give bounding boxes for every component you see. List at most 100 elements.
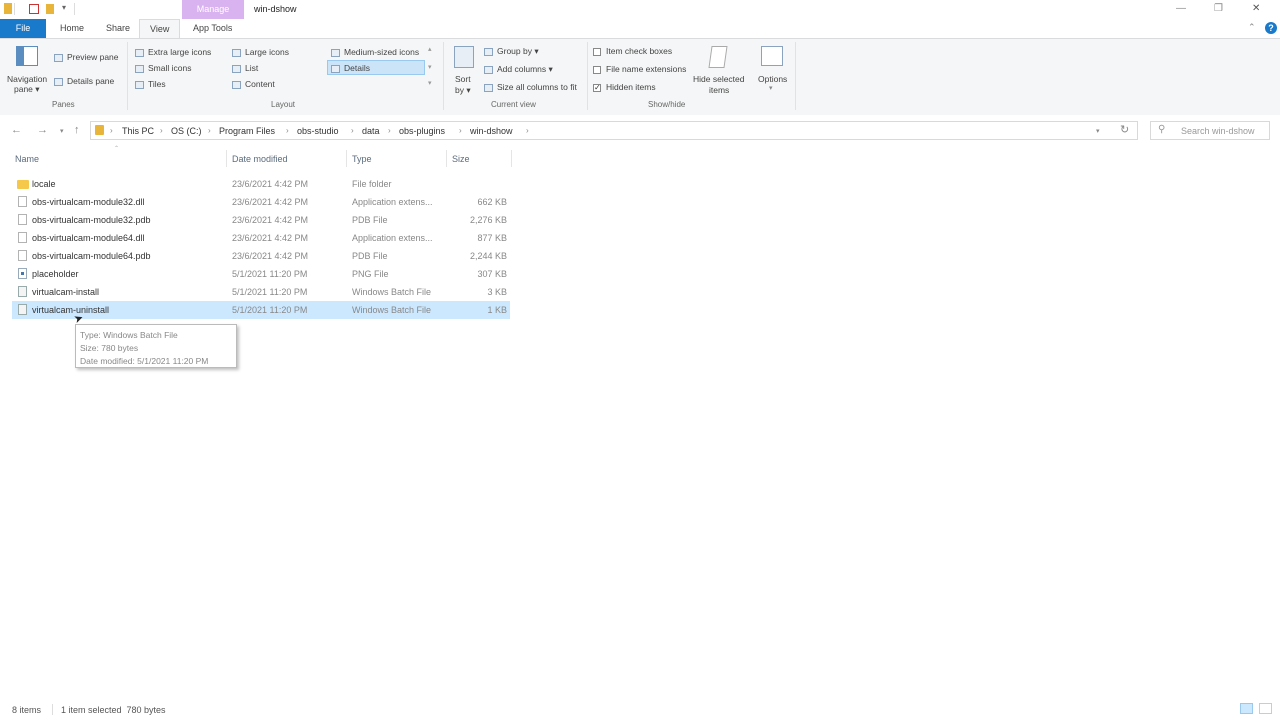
details-option[interactable]: Details [331, 63, 370, 73]
navigation-pane-button[interactable]: Navigation pane ▾ [6, 44, 50, 94]
divider [14, 3, 15, 15]
breadcrumb-obs-plugins[interactable]: obs-plugins [399, 126, 445, 136]
tab-app-tools[interactable]: App Tools [183, 19, 242, 38]
file-name-extensions-checkbox[interactable] [593, 65, 601, 74]
navigation-pane-icon [16, 46, 38, 66]
item-check-boxes-option[interactable]: Item check boxes [593, 46, 672, 56]
tab-home[interactable]: Home [50, 19, 94, 38]
preview-pane-label: Preview pane [67, 52, 119, 62]
options-icon [761, 46, 783, 66]
collapse-ribbon-icon[interactable]: ⌃ [1248, 22, 1256, 33]
breadcrumb-data[interactable]: data [362, 126, 380, 136]
breadcrumb-program-files[interactable]: Program Files [219, 126, 275, 136]
file-row-placeholder[interactable]: placeholder 5/1/2021 11:20 PM PNG File 3… [12, 265, 510, 283]
breadcrumb-win-dshow[interactable]: win-dshow [470, 126, 513, 136]
breadcrumb-obs-studio[interactable]: obs-studio [297, 126, 339, 136]
details-view-icon[interactable] [1240, 703, 1253, 714]
manage-contextual-tab[interactable]: Manage [182, 0, 244, 19]
up-arrow-icon[interactable]: ↑ [74, 124, 80, 136]
large-icons-view-icon[interactable] [1259, 703, 1272, 714]
file-date: 5/1/2021 11:20 PM [232, 305, 308, 315]
size-columns-icon [484, 83, 493, 92]
list-option[interactable]: List [232, 63, 258, 73]
file-row-module64-dll[interactable]: obs-virtualcam-module64.dll 23/6/2021 4:… [12, 229, 510, 247]
maximize-button[interactable]: ❐ [1214, 3, 1223, 14]
sort-by-button[interactable]: Sort by ▾ [450, 44, 478, 96]
layout-expand-icon[interactable]: ▾ [428, 79, 432, 87]
column-header-name[interactable]: Name [15, 154, 39, 164]
tab-file[interactable]: File [0, 19, 46, 38]
small-icons-option[interactable]: Small icons [135, 63, 191, 73]
properties-icon[interactable] [29, 4, 39, 14]
tiles-label: Tiles [148, 79, 166, 89]
file-type: Windows Batch File [352, 287, 432, 297]
file-info-tooltip: Type: Windows Batch File Size: 780 bytes… [75, 324, 237, 368]
quick-access-dropdown-icon[interactable]: ▾ [62, 3, 66, 12]
file-date: 23/6/2021 4:42 PM [232, 215, 309, 225]
chevron-right-icon[interactable]: › [459, 126, 462, 135]
hidden-items-option[interactable]: ✓ Hidden items [593, 82, 656, 92]
file-icon [18, 196, 27, 207]
back-arrow-icon[interactable]: ← [11, 124, 22, 136]
chevron-right-icon[interactable]: › [388, 126, 391, 135]
chevron-right-icon[interactable]: › [160, 126, 163, 135]
file-row-virtualcam-install[interactable]: virtualcam-install 5/1/2021 11:20 PM Win… [12, 283, 510, 301]
file-row-module32-pdb[interactable]: obs-virtualcam-module32.pdb 23/6/2021 4:… [12, 211, 510, 229]
chevron-right-icon[interactable]: › [286, 126, 289, 135]
chevron-right-icon[interactable]: › [526, 126, 529, 135]
extra-large-icons-option[interactable]: Extra large icons [135, 47, 211, 57]
item-check-boxes-checkbox[interactable] [593, 47, 601, 56]
column-separator[interactable] [226, 150, 227, 167]
tab-view[interactable]: View [139, 19, 181, 38]
refresh-icon[interactable]: ↻ [1120, 123, 1129, 136]
group-by-button[interactable]: Group by ▾ [484, 46, 539, 57]
preview-pane-button[interactable]: Preview pane [54, 52, 119, 62]
column-separator[interactable] [446, 150, 447, 167]
file-name-extensions-label: File name extensions [606, 64, 687, 74]
file-row-locale[interactable]: locale 23/6/2021 4:42 PM File folder [12, 175, 510, 193]
hide-selected-items-button[interactable]: Hide selected items [692, 44, 746, 96]
breadcrumb-os-c[interactable]: OS (C:) [171, 126, 202, 136]
help-icon[interactable]: ? [1265, 22, 1277, 34]
minimize-button[interactable]: — [1176, 3, 1186, 14]
file-name: obs-virtualcam-module64.dll [32, 233, 145, 243]
layout-scroll-up-icon[interactable]: ▴ [428, 45, 432, 53]
column-header-size[interactable]: Size [452, 154, 470, 164]
column-header-type[interactable]: Type [352, 154, 372, 164]
file-icon [18, 232, 27, 243]
file-name: placeholder [32, 269, 79, 279]
column-separator[interactable] [346, 150, 347, 167]
recent-locations-icon[interactable]: ▾ [60, 127, 64, 135]
file-row-module32-dll[interactable]: obs-virtualcam-module32.dll 23/6/2021 4:… [12, 193, 510, 211]
details-pane-label: Details pane [67, 76, 115, 86]
chevron-right-icon[interactable]: › [208, 126, 211, 135]
new-folder-icon[interactable] [46, 4, 54, 14]
chevron-right-icon[interactable]: › [110, 126, 113, 135]
column-header-date-modified[interactable]: Date modified [232, 154, 288, 164]
tab-share[interactable]: Share [96, 19, 140, 38]
layout-scroll-down-icon[interactable]: ▾ [428, 63, 432, 71]
file-row-virtualcam-uninstall[interactable]: virtualcam-uninstall 5/1/2021 11:20 PM W… [12, 301, 510, 319]
address-history-dropdown-icon[interactable]: ▾ [1096, 127, 1100, 135]
forward-arrow-icon[interactable]: → [37, 124, 48, 136]
content-option[interactable]: Content [232, 79, 275, 89]
add-columns-button[interactable]: Add columns ▾ [484, 64, 553, 75]
column-separator[interactable] [511, 150, 512, 167]
size-all-columns-button[interactable]: Size all columns to fit [484, 82, 577, 92]
divider [74, 3, 75, 15]
chevron-right-icon[interactable]: › [351, 126, 354, 135]
sort-by-label-2: by ▾ [455, 85, 471, 95]
tiles-icon [135, 80, 144, 89]
details-pane-button[interactable]: Details pane [54, 76, 114, 86]
medium-icons-option[interactable]: Medium-sized icons [331, 47, 419, 57]
file-size: 1 KB [487, 305, 507, 315]
large-icons-option[interactable]: Large icons [232, 47, 289, 57]
file-name-extensions-option[interactable]: File name extensions [593, 64, 686, 74]
close-button[interactable]: ✕ [1252, 3, 1260, 14]
tiles-option[interactable]: Tiles [135, 79, 166, 89]
breadcrumb-this-pc[interactable]: This PC [122, 126, 154, 136]
hidden-items-checkbox[interactable]: ✓ [593, 83, 601, 92]
file-row-module64-pdb[interactable]: obs-virtualcam-module64.pdb 23/6/2021 4:… [12, 247, 510, 265]
size-all-columns-label: Size all columns to fit [497, 82, 577, 92]
options-button[interactable]: Options ▾ [755, 44, 791, 96]
